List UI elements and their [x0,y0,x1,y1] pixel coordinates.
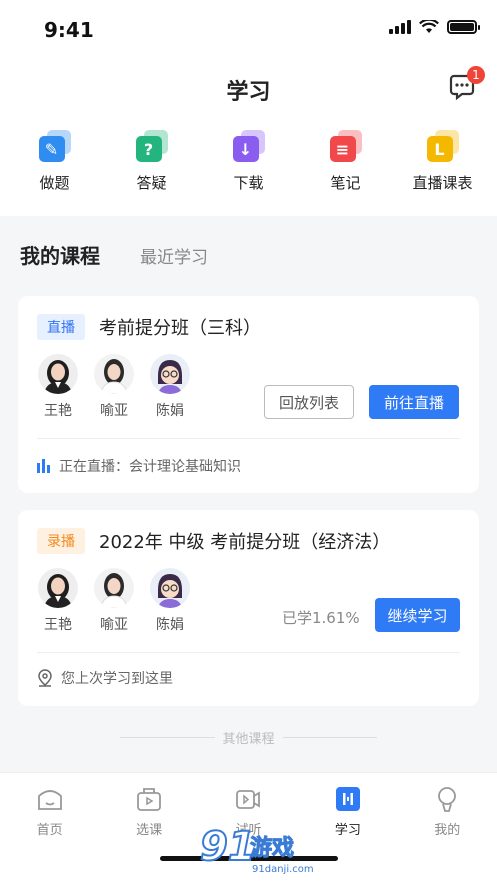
tab-label: 学习 [334,823,361,838]
quick-action-practice[interactable]: ✎ 做题 [10,116,100,216]
tab-label: 我的 [434,823,461,838]
teacher-name: 喻亚 [100,617,128,633]
teacher-list: 王艳 喻亚 陈娟 [38,354,190,420]
divider [37,438,460,439]
teacher: 王艳 [38,568,78,634]
last-position[interactable]: 您上次学习到这里 [37,668,173,688]
teacher-name: 王艳 [44,403,72,419]
trial-video-icon [236,790,261,809]
quick-action-label: 做题 [39,174,70,192]
teacher-list: 王艳 喻亚 陈娟 [38,568,190,634]
message-badge: 1 [467,66,485,84]
avatar [150,568,190,608]
quick-action-qa[interactable]: ? 答疑 [107,116,197,216]
schedule-icon: L [426,130,459,162]
teacher-name: 王艳 [44,617,72,633]
quick-actions: ✎ 做题 ? 答疑 ↓ 下载 ≡ 笔记 L 直播课表 [0,116,497,216]
course-title: 考前提分班（三科） [99,318,261,339]
live-bars-icon [37,459,50,473]
course-title: 2022年 中级 考前提分班（经济法） [99,532,391,553]
profile-icon [438,787,457,812]
continue-study-button[interactable]: 继续学习 [375,598,460,632]
course-tabs: 我的课程 最近学习 [20,240,208,269]
tab-study[interactable]: 学习 [318,785,378,838]
last-position-text: 您上次学习到这里 [61,671,173,687]
watermark-brand: 91 [199,823,257,871]
course-select-icon [137,788,161,811]
recorded-tag: 录播 [37,528,85,554]
other-courses-label: 其他课程 [222,732,275,747]
watermark-url: 91danji.com [252,864,314,875]
teacher: 陈娟 [150,568,190,634]
replay-list-button[interactable]: 回放列表 [264,385,354,419]
avatar [38,354,78,394]
download-icon: ↓ [232,130,265,162]
go-live-button[interactable]: 前往直播 [369,385,459,419]
wifi-icon [419,20,439,33]
study-icon [335,787,360,811]
quick-action-schedule[interactable]: L 直播课表 [398,116,488,216]
live-tag: 直播 [37,314,85,340]
status-icons [389,20,480,34]
watermark-text: 游戏 [249,836,295,862]
course-card[interactable]: 录播 2022年 中级 考前提分班（经济法） 王艳 喻亚 陈娟 已学1.61% … [18,510,479,706]
teacher: 喻亚 [94,568,134,634]
watermark-logo: 91 游戏 91danji.com [199,823,320,883]
avatar [150,354,190,394]
tab-home[interactable]: 首页 [20,785,80,838]
teacher: 喻亚 [94,354,134,420]
tab-label: 首页 [36,823,63,838]
tab-profile[interactable]: 我的 [417,785,477,838]
pencil-icon: ✎ [38,130,71,162]
page-title: 学习 [226,80,271,105]
tab-my-courses[interactable]: 我的课程 [20,240,100,269]
battery-icon [447,20,480,34]
home-icon [37,790,62,810]
avatar [94,354,134,394]
teacher: 陈娟 [150,354,190,420]
course-card[interactable]: 直播 考前提分班（三科） 王艳 喻亚 陈娟 回放列表 前往直播 正在直播：会计理… [18,296,479,493]
course-card-header: 直播 考前提分班（三科） [37,314,261,340]
question-icon: ? [135,130,168,162]
study-progress: 已学1.61% [282,609,360,627]
quick-action-label: 下载 [233,174,264,192]
teacher-name: 陈娟 [156,403,184,419]
message-button[interactable]: 1 [447,66,485,102]
teacher-name: 喻亚 [100,403,128,419]
live-status-text: 正在直播：会计理论基础知识 [59,459,241,475]
teacher: 王艳 [38,354,78,420]
divider [37,652,460,653]
quick-action-notes[interactable]: ≡ 笔记 [301,116,391,216]
quick-action-label: 直播课表 [412,174,473,192]
status-bar: 9:41 [0,0,497,60]
avatar [94,568,134,608]
tab-recent-study[interactable]: 最近学习 [140,243,208,268]
teacher-name: 陈娟 [156,617,184,633]
quick-action-download[interactable]: ↓ 下载 [204,116,294,216]
avatar [38,568,78,608]
tab-label: 选课 [136,823,163,838]
course-card-header: 录播 2022年 中级 考前提分班（经济法） [37,528,390,554]
quick-action-label: 笔记 [330,174,361,192]
cellular-signal-icon [389,20,411,34]
status-time: 9:41 [44,18,94,42]
location-pin-icon [38,669,52,687]
other-courses-divider: 其他课程 [120,728,378,747]
page-header: 学习 1 [0,60,497,116]
note-icon: ≡ [329,130,362,162]
live-status[interactable]: 正在直播：会计理论基础知识 [37,456,241,476]
quick-action-label: 答疑 [136,174,167,192]
tab-course-select[interactable]: 选课 [119,785,179,838]
